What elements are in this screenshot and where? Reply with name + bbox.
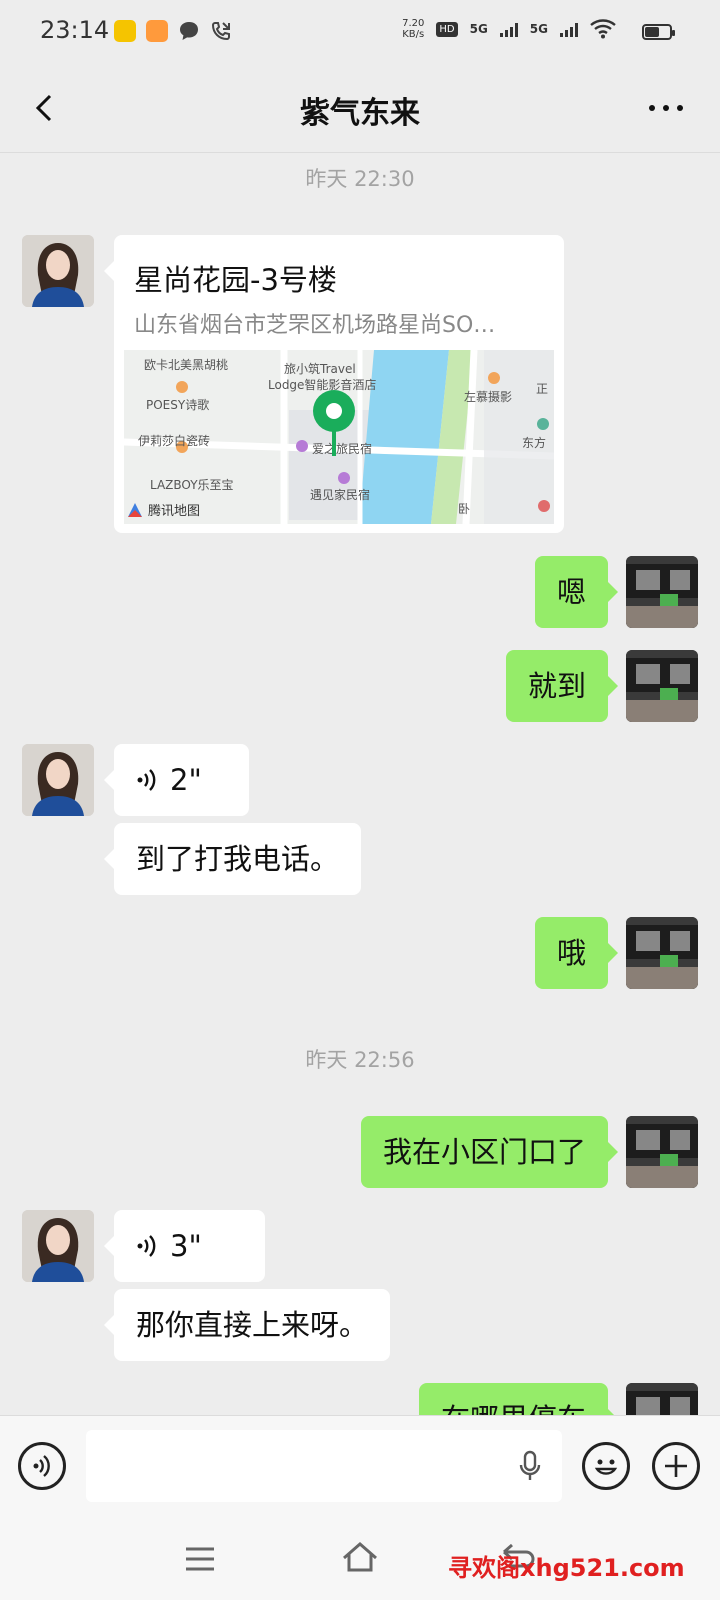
- location-address: 山东省烟台市芝罘区机场路星尚SO…: [134, 313, 496, 338]
- location-card[interactable]: 星尚花园-3号楼 山东省烟台市芝罘区机场路星尚SO… 欧卡北美黑胡桃 POESY…: [104, 235, 564, 533]
- app-notification-icon: [114, 20, 136, 42]
- message-input[interactable]: [86, 1430, 562, 1502]
- my-avatar[interactable]: [626, 650, 698, 722]
- timestamp: 昨天 22:30: [305, 167, 415, 191]
- menu-icon[interactable]: [184, 1546, 216, 1572]
- emoji-button[interactable]: [582, 1442, 630, 1490]
- net-speed-value: 7.20: [402, 18, 425, 29]
- plus-icon: [665, 1455, 687, 1477]
- missed-call-icon: [211, 22, 230, 41]
- map-label: LAZBOY乐至宝: [150, 478, 234, 492]
- outgoing-message[interactable]: 嗯: [534, 556, 619, 628]
- status-bar: 23:14 7.20 KB/s HD 5G 5G: [0, 0, 720, 64]
- incoming-message[interactable]: 到了打我电话。: [103, 823, 362, 895]
- incoming-voice-message[interactable]: 3": [104, 1210, 265, 1282]
- contact-avatar[interactable]: [22, 235, 94, 307]
- signal-bars-icon-2: [560, 21, 578, 37]
- outgoing-message[interactable]: 就到: [505, 650, 619, 722]
- input-bar: [0, 1415, 720, 1516]
- map-label: 卧: [458, 502, 471, 516]
- voice-duration: 3": [170, 1229, 202, 1263]
- home-icon[interactable]: [340, 1540, 380, 1574]
- map-label: 伊莉莎白瓷砖: [138, 434, 211, 448]
- net-speed-unit: KB/s: [402, 29, 425, 40]
- tencent-map-icon: [128, 502, 142, 517]
- map-brand: 腾讯地图: [126, 500, 200, 519]
- voice-wave-icon: [137, 1235, 156, 1257]
- voice-mode-icon: [33, 1455, 50, 1477]
- location-pin-icon: [313, 390, 355, 456]
- chat-header: 紫气东来: [0, 64, 720, 153]
- more-functions-button[interactable]: [652, 1442, 700, 1490]
- contact-avatar[interactable]: [22, 1210, 94, 1282]
- location-name: 星尚花园-3号楼: [134, 263, 337, 297]
- my-avatar[interactable]: [626, 1116, 698, 1188]
- net-speed: 7.20 KB/s: [402, 18, 424, 40]
- emoji-icon: [594, 1459, 618, 1475]
- chat-bubble-icon: [180, 22, 198, 40]
- wifi-icon: [590, 19, 616, 39]
- more-options-icon[interactable]: [646, 96, 686, 120]
- sim2-label: 5G: [529, 22, 548, 36]
- watermark-text: 寻欢阁xhg521.com: [448, 1554, 685, 1582]
- my-avatar[interactable]: [626, 917, 698, 989]
- sim1-label: 5G: [469, 22, 488, 36]
- voice-duration: 2": [170, 763, 202, 797]
- video-app-icon: [146, 20, 168, 42]
- map-label: 正: [536, 382, 549, 396]
- map-label: 欧卡北美黑胡桃: [144, 358, 229, 372]
- map-label: 遇见家民宿: [310, 488, 371, 502]
- incoming-voice-message[interactable]: 2": [104, 744, 249, 816]
- signal-bars-icon: [499, 21, 518, 37]
- status-time: 23:14: [40, 16, 110, 44]
- outgoing-message[interactable]: 我在小区门口了: [360, 1116, 619, 1188]
- map-label: 东方: [522, 436, 547, 450]
- status-right-group: 7.20 KB/s HD 5G 5G: [402, 18, 664, 40]
- incoming-message[interactable]: 那你直接上来呀。: [103, 1289, 391, 1361]
- map-label: 旅小筑Travel: [284, 362, 356, 376]
- hd-voice-badge: HD: [436, 21, 458, 37]
- chat-title: 紫气东来: [300, 96, 420, 131]
- timestamp: 昨天 22:56: [305, 1048, 415, 1072]
- map-label: 左慕摄影: [464, 390, 513, 404]
- my-avatar[interactable]: [626, 556, 698, 628]
- contact-avatar[interactable]: [22, 744, 94, 816]
- battery-level: [645, 27, 659, 37]
- map-brand-label: 腾讯地图: [148, 504, 201, 519]
- voice-wave-icon: [137, 769, 156, 791]
- outgoing-message[interactable]: 哦: [534, 917, 619, 989]
- battery-icon: [642, 24, 675, 40]
- map-preview[interactable]: 欧卡北美黑胡桃 POESY诗歌 伊莉莎白瓷砖 LAZBOY乐至宝 旅小筑Trav…: [124, 350, 554, 524]
- microphone-icon[interactable]: [518, 1450, 542, 1482]
- map-label: POESY诗歌: [146, 398, 210, 412]
- notification-icons: [114, 20, 232, 42]
- voice-mode-button[interactable]: [18, 1442, 66, 1490]
